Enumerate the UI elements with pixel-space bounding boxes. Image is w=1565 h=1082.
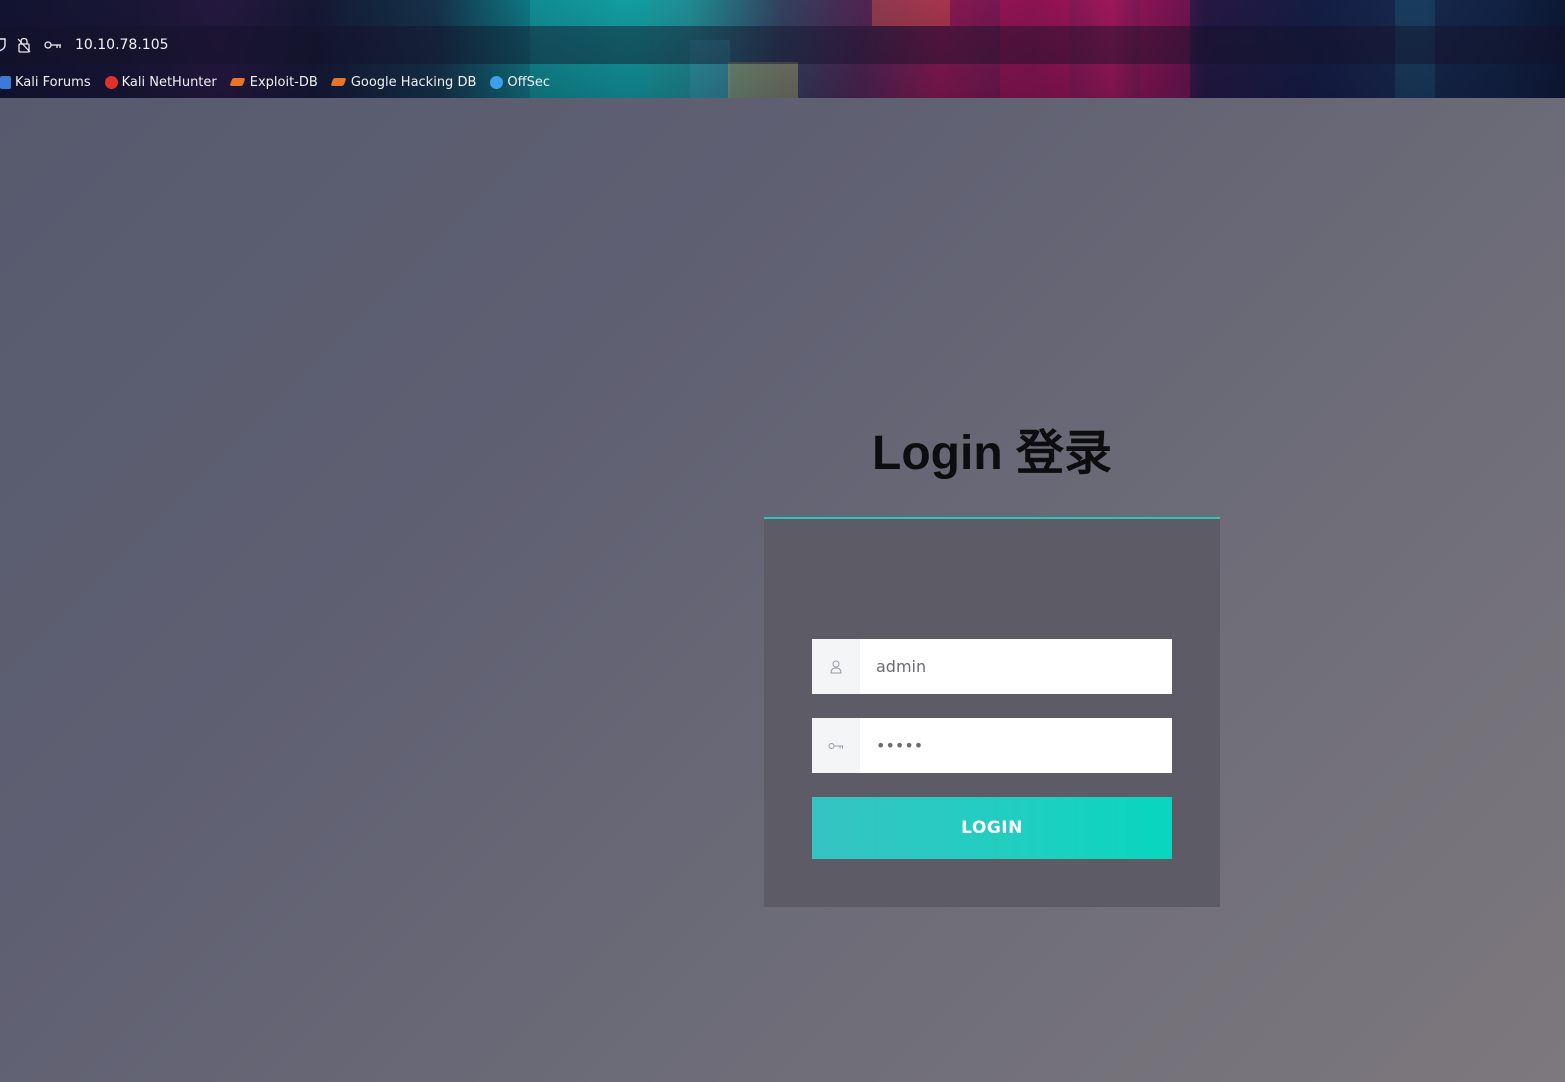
bookmark-offsec[interactable]: OffSec: [490, 75, 550, 90]
login-panel: LOGIN: [764, 517, 1220, 907]
lock-strike-icon[interactable]: [13, 37, 35, 53]
page-body: Login 登录 admin ••••• LOGIN: [0, 98, 1565, 1082]
bookmark-exploit-db[interactable]: Exploit-DB: [229, 74, 318, 90]
bookmark-google-hacking-db[interactable]: Google Hacking DB: [330, 74, 477, 90]
password-input[interactable]: [860, 718, 1172, 773]
username-field[interactable]: [812, 639, 1172, 694]
username-input[interactable]: [860, 639, 1172, 694]
page-title: Login 登录: [872, 427, 1112, 480]
offsec-icon: [490, 75, 504, 89]
bookmark-kali-forums[interactable]: Kali Forums: [0, 75, 91, 90]
user-icon: [812, 639, 860, 694]
bookmark-label: OffSec: [507, 74, 550, 90]
bookmark-label: Kali Forums: [15, 74, 91, 90]
password-field[interactable]: [812, 718, 1172, 773]
url-bar[interactable]: 10.10.78.105: [0, 26, 1565, 64]
key-icon[interactable]: [41, 40, 65, 50]
bookmark-label: Google Hacking DB: [350, 74, 477, 90]
login-button[interactable]: LOGIN: [812, 797, 1172, 859]
kali-forums-icon: [0, 75, 11, 89]
url-text[interactable]: 10.10.78.105: [75, 37, 169, 53]
key-icon: [812, 718, 860, 773]
shield-icon[interactable]: [0, 38, 7, 52]
bookmark-kali-nethunter[interactable]: Kali NetHunter: [104, 74, 217, 90]
google-hacking-db-icon: [330, 78, 347, 86]
bookmark-label: Exploit-DB: [249, 74, 318, 90]
screen: 10.10.78.105 Kali Forums Kali NetHunter …: [0, 0, 1565, 1082]
browser-chrome: 10.10.78.105 Kali Forums Kali NetHunter …: [0, 0, 1565, 98]
kali-nethunter-icon: [104, 75, 118, 89]
bookmark-label: Kali NetHunter: [121, 74, 217, 90]
bookmarks-bar: Kali Forums Kali NetHunter Exploit-DB Go…: [0, 66, 564, 98]
exploit-db-icon: [229, 78, 246, 86]
